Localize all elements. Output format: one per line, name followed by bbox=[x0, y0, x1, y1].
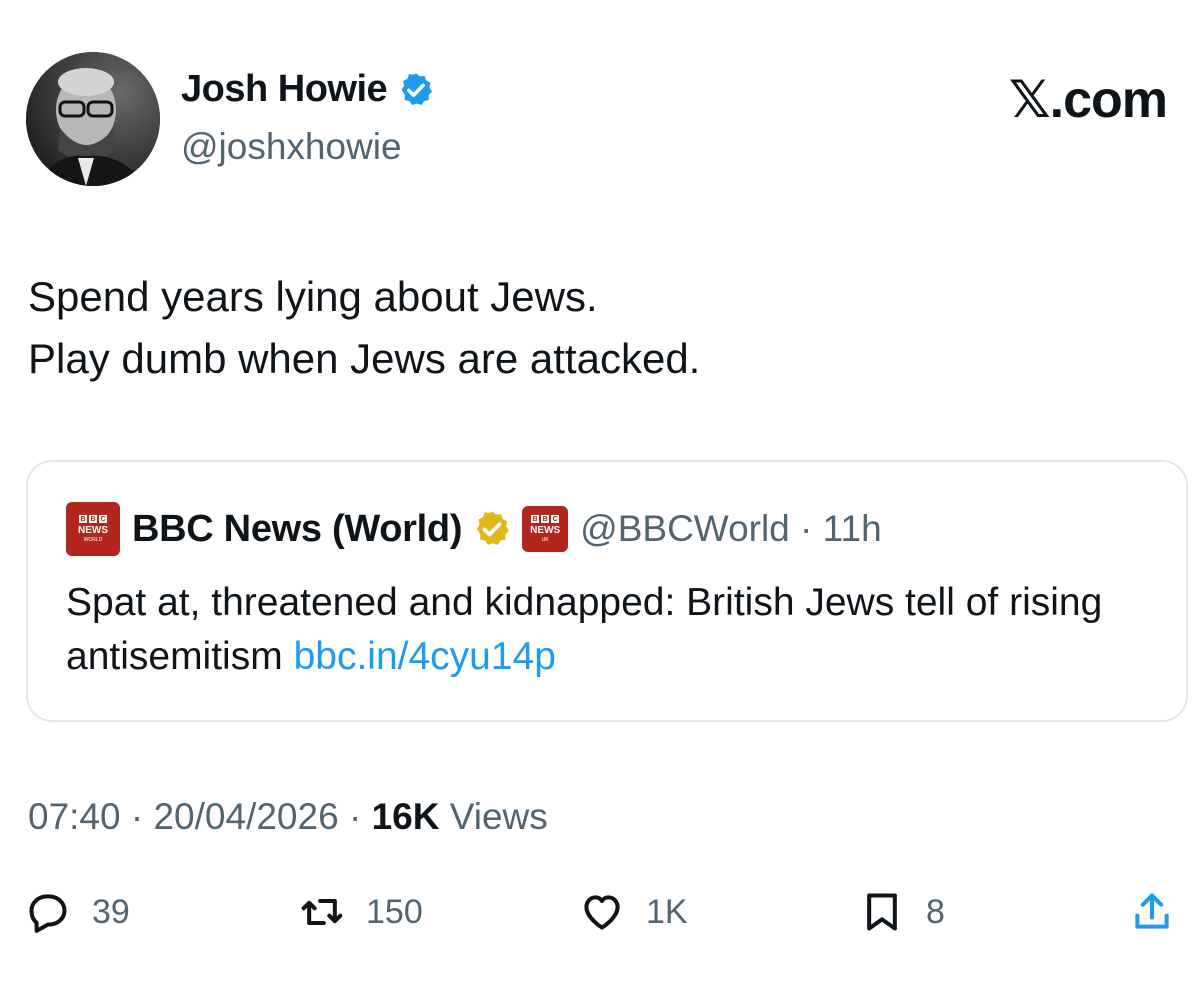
tweet-date[interactable]: 20/04/2026 bbox=[153, 796, 338, 837]
meta-separator: · bbox=[130, 796, 144, 837]
bbc-logo-news-text: NEWS bbox=[78, 525, 108, 536]
meta-separator: · bbox=[348, 796, 362, 837]
quote-time[interactable]: 11h bbox=[823, 508, 882, 549]
bookmark-count: 8 bbox=[926, 892, 945, 931]
share-icon bbox=[1135, 893, 1169, 929]
quote-body: Spat at, threatened and kidnapped: Briti… bbox=[66, 581, 1103, 678]
reply-count: 39 bbox=[92, 892, 130, 931]
repost-count: 150 bbox=[366, 892, 423, 931]
quote-handle-text[interactable]: @BBCWorld bbox=[580, 508, 790, 549]
action-bar: 39 150 1K 8 bbox=[0, 890, 1199, 950]
quote-separator: · bbox=[800, 508, 813, 549]
views-label: Views bbox=[449, 796, 548, 837]
avatar-photo bbox=[26, 52, 160, 186]
quote-header: BBC NEWS WORLD BBC News (World) BBC NEWS… bbox=[66, 502, 882, 556]
affiliate-logo-sub-text: UK bbox=[541, 537, 549, 543]
like-button[interactable]: 1K bbox=[580, 890, 688, 934]
quote-author-handle: @BBCWorld · 11h bbox=[580, 508, 881, 550]
tweet-time[interactable]: 07:40 bbox=[28, 796, 121, 837]
bbc-world-logo[interactable]: BBC NEWS WORLD bbox=[66, 502, 120, 556]
author-name[interactable]: Josh Howie bbox=[181, 68, 388, 111]
bookmark-icon bbox=[867, 893, 897, 931]
bookmark-button[interactable]: 8 bbox=[860, 890, 945, 934]
affiliate-bbc-logo[interactable]: BBC NEWS UK bbox=[522, 506, 569, 552]
quote-author-name[interactable]: BBC News (World) bbox=[132, 508, 462, 551]
repost-icon bbox=[301, 898, 343, 926]
gold-check-icon bbox=[477, 511, 510, 545]
repost-button[interactable]: 150 bbox=[300, 890, 423, 934]
share-button[interactable] bbox=[1130, 890, 1174, 934]
bbc-logo-sub-text: WORLD bbox=[83, 537, 103, 543]
reply-button[interactable]: 39 bbox=[26, 890, 130, 934]
views-count: 16K bbox=[371, 796, 440, 837]
tweet-text: Spend years lying about Jews. Play dumb … bbox=[28, 266, 700, 390]
avatar[interactable] bbox=[26, 52, 160, 186]
blue-check-icon bbox=[401, 72, 433, 105]
reply-icon bbox=[29, 894, 67, 933]
brand-label: 𝕏.com bbox=[1008, 71, 1168, 129]
heart-icon bbox=[584, 895, 620, 930]
quoted-tweet[interactable]: BBC NEWS WORLD BBC News (World) BBC NEWS… bbox=[26, 460, 1188, 722]
author-name-row[interactable]: Josh Howie bbox=[181, 68, 435, 111]
tweet-line: Play dumb when Jews are attacked. bbox=[28, 335, 701, 382]
author-handle[interactable]: @joshxhowie bbox=[181, 126, 402, 168]
tweet-meta: 07:40 · 20/04/2026 · 16K Views bbox=[28, 796, 548, 838]
quote-text: Spat at, threatened and kidnapped: Briti… bbox=[66, 576, 1166, 684]
like-count: 1K bbox=[646, 892, 688, 931]
tweet-line: Spend years lying about Jews. bbox=[28, 273, 598, 320]
quote-link[interactable]: bbc.in/4cyu14p bbox=[294, 635, 556, 678]
affiliate-logo-news-text: NEWS bbox=[530, 525, 561, 536]
